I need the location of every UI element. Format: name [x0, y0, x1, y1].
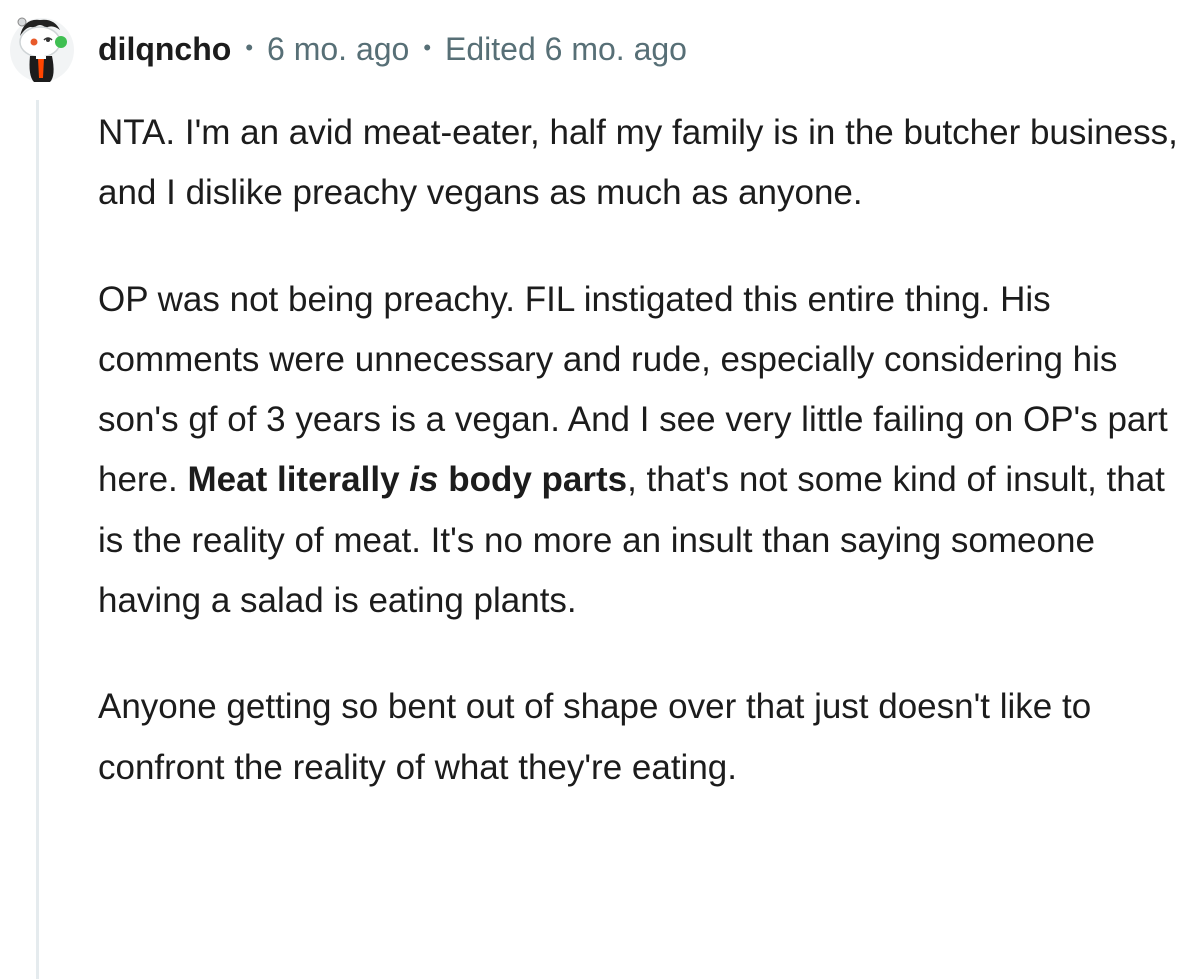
thread-collapse-line[interactable]: [36, 100, 39, 979]
comment: dilqncho • 6 mo. ago • Edited 6 mo. ago …: [0, 0, 1198, 979]
username-link[interactable]: dilqncho: [98, 31, 231, 68]
comment-paragraph: OP was not being preachy. FIL instigated…: [98, 270, 1190, 632]
snoo-avatar-icon: [10, 17, 74, 82]
comment-body: NTA. I'm an avid meat-eater, half my fam…: [98, 103, 1190, 798]
comment-paragraph: Anyone getting so bent out of shape over…: [98, 687, 1092, 787]
bold-text: body parts: [438, 460, 628, 500]
separator-dot: •: [423, 35, 432, 60]
bold-text: Meat literally: [187, 460, 410, 500]
edited-timestamp: Edited 6 mo. ago: [445, 30, 687, 67]
comment-header: dilqncho • 6 mo. ago • Edited 6 mo. ago: [98, 26, 687, 72]
bold-italic-text: is: [409, 460, 439, 500]
comment-paragraph: NTA. I'm an avid meat-eater, half my fam…: [98, 113, 1178, 213]
comment-timestamp[interactable]: 6 mo. ago: [267, 31, 409, 68]
user-avatar[interactable]: [6, 12, 78, 84]
separator-dot: •: [245, 35, 254, 60]
